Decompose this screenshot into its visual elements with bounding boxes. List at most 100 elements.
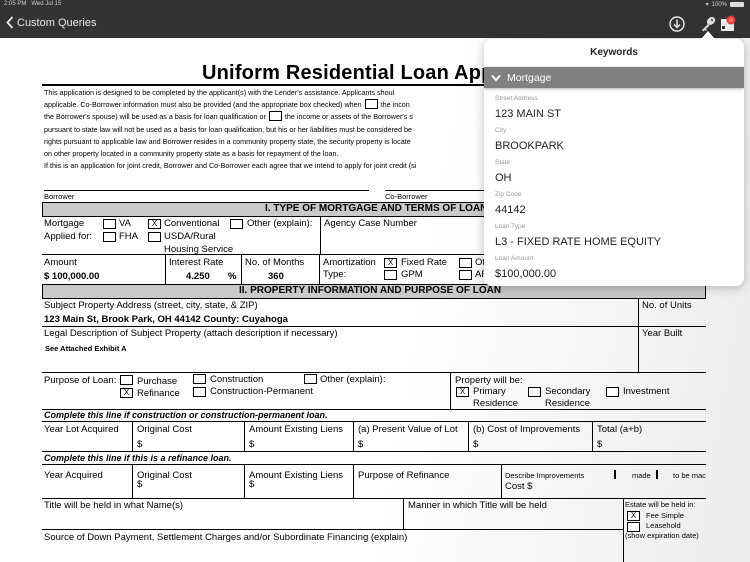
arm-checkbox[interactable] xyxy=(459,270,472,280)
keyword-label: Loan Amount xyxy=(495,255,534,262)
status-bar-left: 2:05 PM Wed Jul 15 xyxy=(4,1,61,7)
divider xyxy=(319,254,320,284)
keyword-item-street-address[interactable]: Street Address 123 MAIN ST xyxy=(495,95,735,127)
cost-improvements-dollar: $ xyxy=(473,439,479,450)
mortgage-group-header[interactable]: Mortgage xyxy=(484,67,744,88)
divider xyxy=(42,372,706,373)
year-lot-acquired-label: Year Lot Acquired xyxy=(44,424,119,435)
fha-label: FHA xyxy=(119,231,138,242)
investment-label: Investment xyxy=(623,386,670,397)
refinance-label: Refinance xyxy=(137,388,180,399)
keyword-label: Loan Type xyxy=(495,223,526,230)
other-amortization-checkbox[interactable] xyxy=(459,258,472,268)
property-will-be-label: Property will be: xyxy=(455,375,523,386)
amount-existing-liens-label: Amount Existing Liens xyxy=(249,424,343,435)
months-value: 360 xyxy=(268,271,284,282)
conventional-checkbox[interactable]: X xyxy=(148,219,161,229)
describe-improvements-label: Describe Improvements xyxy=(505,471,585,480)
divider xyxy=(592,421,593,451)
purpose-refinance-label: Purpose of Refinance xyxy=(358,470,450,481)
popover-arrow xyxy=(701,31,715,39)
amount-label: Amount xyxy=(44,257,77,268)
fixed-rate-label: Fixed Rate xyxy=(401,257,447,268)
refinance-checkbox[interactable]: X xyxy=(120,388,133,398)
battery-icon xyxy=(730,2,744,7)
fee-simple-checkbox[interactable]: X xyxy=(627,511,640,521)
original-cost-dollar: $ xyxy=(137,439,143,450)
keyword-item-loan-amount[interactable]: Loan Amount $100,000.00 xyxy=(495,255,735,286)
back-button[interactable]: Custom Queries xyxy=(6,16,96,29)
investment-checkbox[interactable] xyxy=(606,387,619,397)
construction-label: Construction xyxy=(210,374,264,385)
subject-address-value: 123 Main St, Brook Park, OH 44142 County… xyxy=(44,314,288,325)
keyword-value: OH xyxy=(495,172,512,184)
estate-held-label: Estate will be held in: xyxy=(625,500,696,509)
keyword-value: L3 - FIXED RATE HOME EQUITY xyxy=(495,236,662,248)
keyword-item-loan-type[interactable]: Loan Type L3 - FIXED RATE HOME EQUITY xyxy=(495,223,735,255)
construction-checkbox[interactable] xyxy=(193,374,206,384)
made-label: made xyxy=(632,471,651,480)
chevron-down-icon xyxy=(491,74,501,82)
keyword-item-zip-code[interactable]: Zip Code 44142 xyxy=(495,191,735,223)
divider xyxy=(42,451,706,452)
fha-checkbox[interactable] xyxy=(103,232,116,242)
keyword-label: State xyxy=(495,159,511,166)
other-purpose-checkbox[interactable] xyxy=(304,374,317,384)
divider xyxy=(42,421,706,422)
divider xyxy=(403,498,404,530)
borrower-label: Borrower xyxy=(44,192,75,201)
divider xyxy=(450,372,451,410)
primary-residence-checkbox[interactable]: X xyxy=(456,387,469,397)
primary-label: Primary xyxy=(473,386,506,397)
refi-original-cost-label: Original Cost xyxy=(137,470,192,481)
coborrower-label: Co-Borrower xyxy=(385,192,428,201)
amortization-type-label: Type: xyxy=(323,269,347,280)
year-acquired-label: Year Acquired xyxy=(44,470,103,481)
source-down-payment-label: Source of Down Payment, Settlement Charg… xyxy=(44,532,408,543)
title-names-label: Title will be held in what Name(s) xyxy=(44,500,184,511)
coborrower-checkbox-2[interactable] xyxy=(268,111,282,122)
expiration-date-label: (show expiration date) xyxy=(625,531,699,540)
usda-checkbox[interactable] xyxy=(148,232,161,242)
other-purpose-label: Other (explain): xyxy=(320,374,386,385)
gpm-checkbox[interactable] xyxy=(384,270,397,280)
keyword-value: $100,000.00 xyxy=(495,268,557,280)
purchase-label: Purchase xyxy=(137,376,178,387)
keywords-popover: Keywords Mortgage Street Address 123 MAI… xyxy=(484,39,744,286)
flag-icon[interactable] xyxy=(719,15,737,33)
va-checkbox[interactable] xyxy=(103,219,116,229)
keyword-item-city[interactable]: City BROOKPARK xyxy=(495,127,735,159)
borrower-signature-line xyxy=(44,190,369,191)
legal-description-value: See Attached Exhibit A xyxy=(45,344,127,353)
construction-permanent-checkbox[interactable] xyxy=(193,387,206,397)
interest-rate-value: 4.250 xyxy=(186,271,210,282)
group-label: Mortgage xyxy=(507,71,552,84)
manner-title-label: Manner in which Title will be held xyxy=(408,500,547,511)
document-title: Uniform Residential Loan Appl xyxy=(202,62,500,84)
keyword-item-state[interactable]: State OH xyxy=(495,159,735,191)
gpm-label: GPM xyxy=(401,269,423,280)
divider xyxy=(42,498,706,499)
refi-liens-dollar: $ xyxy=(249,479,255,490)
leasehold-label: Leasehold xyxy=(646,521,681,530)
status-date: Wed Jul 15 xyxy=(31,1,62,7)
download-icon[interactable] xyxy=(668,15,686,33)
purchase-checkbox[interactable] xyxy=(120,375,133,385)
applied-for-label: Applied for: xyxy=(44,231,93,242)
fixed-rate-checkbox[interactable]: X xyxy=(384,258,397,268)
original-cost-label: Original Cost xyxy=(137,424,192,435)
divider xyxy=(638,299,639,373)
months-label: No. of Months xyxy=(245,257,305,268)
coborrower-checkbox-1[interactable] xyxy=(364,99,378,110)
construction-permanent-label: Construction-Permanent xyxy=(210,386,313,397)
subject-address-label: Subject Property Address (street, city, … xyxy=(44,300,258,311)
legal-description-label: Legal Description of Subject Property (a… xyxy=(44,328,338,339)
status-time: 2:05 PM xyxy=(4,1,27,7)
year-built-label: Year Built xyxy=(642,328,683,339)
conventional-label: Conventional xyxy=(164,218,220,229)
other-mortgage-checkbox[interactable] xyxy=(230,219,243,229)
top-navigation-bar: 2:05 PM Wed Jul 15 ▾ 100% Custom Queries xyxy=(0,0,750,38)
to-be-made-label: to be mac xyxy=(673,471,706,480)
amortization-label: Amortization xyxy=(323,257,376,268)
secondary-residence-checkbox[interactable] xyxy=(528,387,541,397)
